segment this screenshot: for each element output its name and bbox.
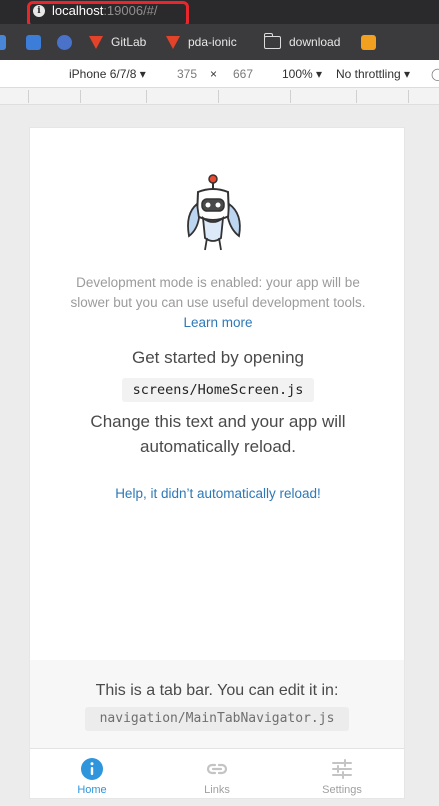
change-text-message: Change this text and your app will autom… xyxy=(90,412,346,456)
rotate-icon[interactable]: ◯ xyxy=(431,67,439,81)
bookmark-item-swirl[interactable] xyxy=(57,33,80,51)
sliders-icon xyxy=(332,759,352,779)
bookmark-item-pda-ionic[interactable]: pda-ionic xyxy=(166,33,237,51)
device-height-input[interactable]: 667 xyxy=(233,67,253,81)
url-path: :19006/#/ xyxy=(103,3,158,18)
device-width-input[interactable]: 375 xyxy=(177,67,197,81)
gitlab-icon xyxy=(166,35,180,49)
robot-dev-icon xyxy=(187,174,241,251)
info-icon xyxy=(81,758,103,780)
tab-settings[interactable]: Settings xyxy=(280,749,404,799)
media-query-ruler xyxy=(0,88,439,105)
tab-home[interactable]: Home xyxy=(30,749,154,799)
address-bar-edge xyxy=(0,6,6,18)
bookmark-item-edge[interactable] xyxy=(0,33,14,51)
zoom-select[interactable]: 100% ▾ xyxy=(282,67,322,81)
bottom-tab-bar: Home Links Settings xyxy=(30,748,404,798)
app-viewport: Development mode is enabled: your app wi… xyxy=(29,127,405,799)
tab-links[interactable]: Links xyxy=(155,749,279,799)
help-reload-link[interactable]: Help, it didn’t automatically reload! xyxy=(60,486,376,501)
dimension-times: × xyxy=(210,67,218,81)
folder-icon xyxy=(263,32,281,49)
bookmark-edge-icon xyxy=(0,34,6,50)
bookmark-label-gitlab: GitLab xyxy=(111,35,147,49)
tab-bar-info: This is a tab bar. You can edit it in: n… xyxy=(30,660,404,748)
bookmark-label-download: download xyxy=(289,35,341,49)
url-host: localhost xyxy=(52,3,104,18)
link-icon xyxy=(206,763,228,775)
home-screen-path: screens/HomeScreen.js xyxy=(122,378,314,402)
throttling-select[interactable]: No throttling ▾ xyxy=(336,67,410,81)
url-field[interactable]: localhost:19006/#/ xyxy=(52,3,158,18)
bookmark-blue-icon xyxy=(26,34,41,50)
tab-label-settings: Settings xyxy=(322,784,362,796)
dev-mode-text: Development mode is enabled: your app wi… xyxy=(70,275,366,310)
tab-label-links: Links xyxy=(204,784,230,796)
device-toolbar: iPhone 6/7/8 ▾ 375 × 667 100% ▾ No throt… xyxy=(0,60,439,88)
bookmark-item-blue[interactable] xyxy=(26,33,49,51)
site-info-icon[interactable]: i xyxy=(33,5,45,17)
gitlab-icon xyxy=(89,35,103,49)
dev-mode-message: Development mode is enabled: your app wi… xyxy=(70,273,366,333)
tab-label-home: Home xyxy=(77,784,107,796)
get-started-text: Get started by opening xyxy=(131,348,304,367)
address-bar: i localhost:19006/#/ xyxy=(0,0,439,28)
tab-bar-info-text: This is a tab bar. You can edit it in: xyxy=(95,682,339,699)
learn-more-link[interactable]: Learn more xyxy=(183,315,252,330)
bookmark-item-download[interactable]: download xyxy=(263,32,341,51)
tab-navigator-path: navigation/MainTabNavigator.js xyxy=(85,707,349,731)
bookmark-label-pda-ionic: pda-ionic xyxy=(188,35,237,49)
bookmark-item-gitlab[interactable]: GitLab xyxy=(89,33,146,51)
device-select[interactable]: iPhone 6/7/8 ▾ xyxy=(69,67,146,81)
bookmarks-bar: GitLab pda-ionic download xyxy=(0,24,439,60)
bookmark-item-orange[interactable] xyxy=(361,33,384,51)
bookmark-orange-icon xyxy=(361,34,376,50)
bookmark-swirl-icon xyxy=(57,34,72,50)
